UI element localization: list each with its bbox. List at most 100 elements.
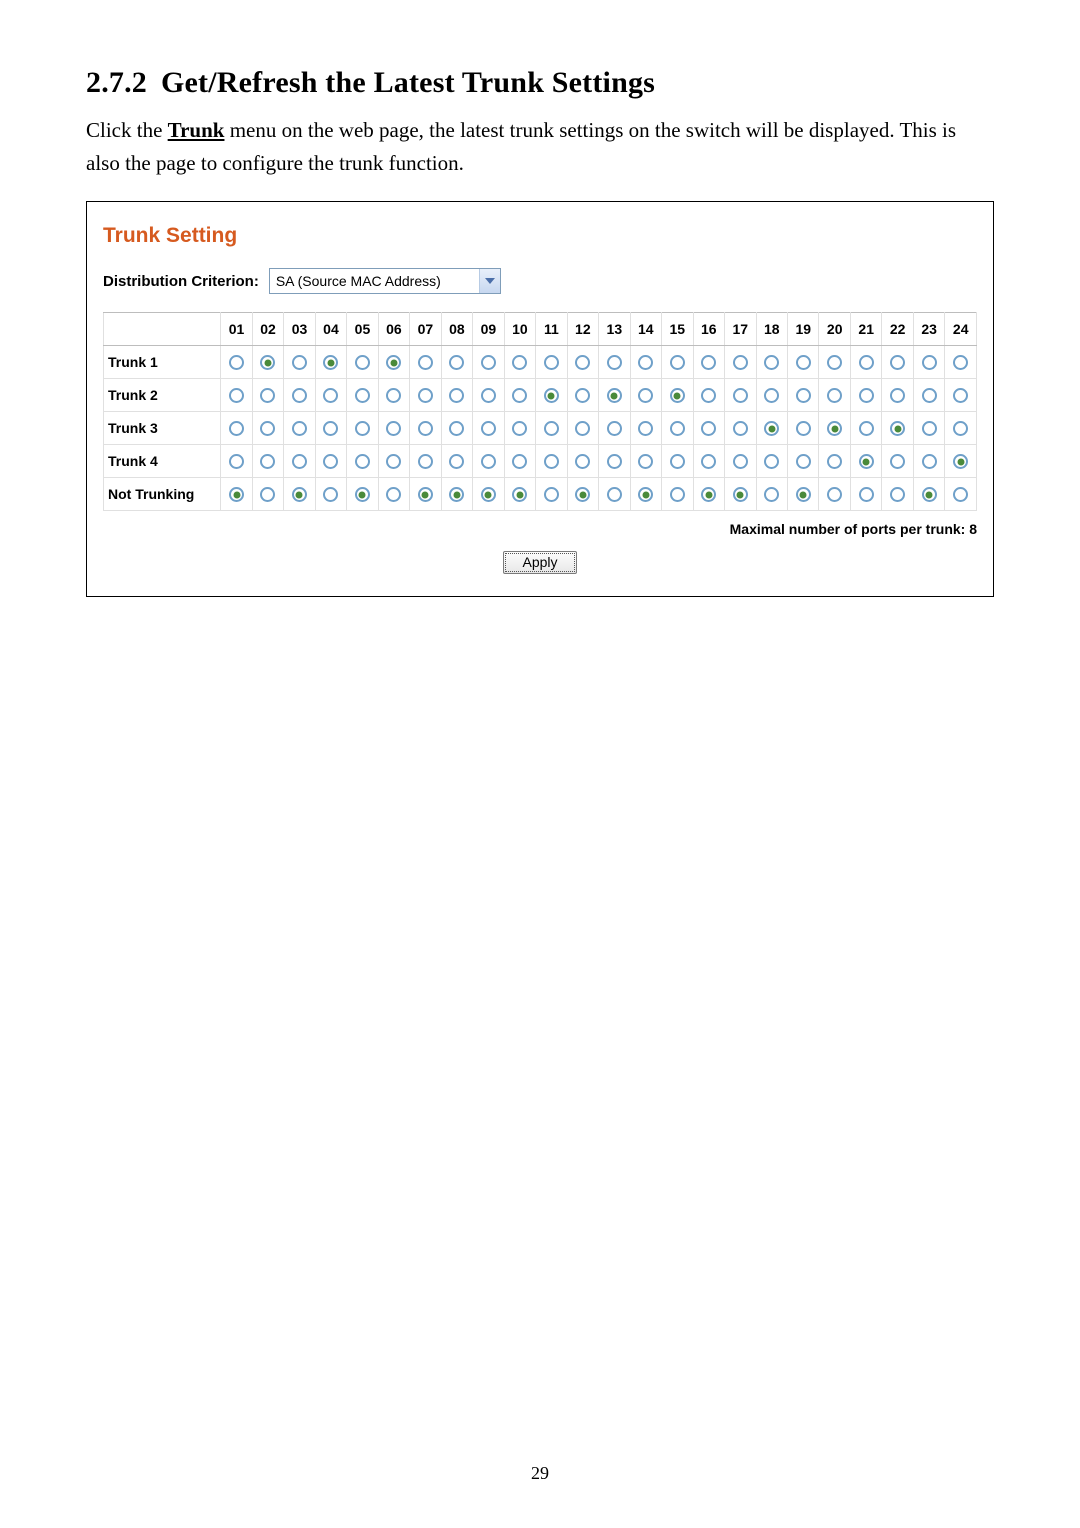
port-radio[interactable] xyxy=(386,487,401,502)
port-radio[interactable] xyxy=(796,421,811,436)
port-radio[interactable] xyxy=(670,388,685,403)
port-radio[interactable] xyxy=(701,355,716,370)
port-radio[interactable] xyxy=(922,454,937,469)
port-radio[interactable] xyxy=(890,355,905,370)
port-radio[interactable] xyxy=(512,388,527,403)
port-radio[interactable] xyxy=(670,421,685,436)
port-radio[interactable] xyxy=(733,421,748,436)
port-radio[interactable] xyxy=(323,388,338,403)
port-radio[interactable] xyxy=(922,388,937,403)
port-radio[interactable] xyxy=(859,454,874,469)
port-radio[interactable] xyxy=(449,355,464,370)
port-radio[interactable] xyxy=(953,355,968,370)
port-radio[interactable] xyxy=(355,487,370,502)
port-radio[interactable] xyxy=(418,421,433,436)
port-radio[interactable] xyxy=(512,355,527,370)
port-radio[interactable] xyxy=(764,487,779,502)
port-radio[interactable] xyxy=(575,487,590,502)
port-radio[interactable] xyxy=(701,487,716,502)
distribution-criterion-select[interactable]: SA (Source MAC Address) xyxy=(269,268,501,294)
port-radio[interactable] xyxy=(229,421,244,436)
port-radio[interactable] xyxy=(449,388,464,403)
port-radio[interactable] xyxy=(481,454,496,469)
port-radio[interactable] xyxy=(796,487,811,502)
port-radio[interactable] xyxy=(953,454,968,469)
port-radio[interactable] xyxy=(796,454,811,469)
port-radio[interactable] xyxy=(827,421,842,436)
port-radio[interactable] xyxy=(953,487,968,502)
port-radio[interactable] xyxy=(607,421,622,436)
port-radio[interactable] xyxy=(544,355,559,370)
port-radio[interactable] xyxy=(449,487,464,502)
port-radio[interactable] xyxy=(481,355,496,370)
port-radio[interactable] xyxy=(859,421,874,436)
port-radio[interactable] xyxy=(512,487,527,502)
port-radio[interactable] xyxy=(229,388,244,403)
port-radio[interactable] xyxy=(449,454,464,469)
port-radio[interactable] xyxy=(859,487,874,502)
port-radio[interactable] xyxy=(544,454,559,469)
port-radio[interactable] xyxy=(764,421,779,436)
port-radio[interactable] xyxy=(418,487,433,502)
port-radio[interactable] xyxy=(859,388,874,403)
port-radio[interactable] xyxy=(638,487,653,502)
port-radio[interactable] xyxy=(575,388,590,403)
port-radio[interactable] xyxy=(638,454,653,469)
port-radio[interactable] xyxy=(733,454,748,469)
port-radio[interactable] xyxy=(481,388,496,403)
port-radio[interactable] xyxy=(890,421,905,436)
port-radio[interactable] xyxy=(701,454,716,469)
port-radio[interactable] xyxy=(890,454,905,469)
port-radio[interactable] xyxy=(386,355,401,370)
port-radio[interactable] xyxy=(953,388,968,403)
port-radio[interactable] xyxy=(386,454,401,469)
port-radio[interactable] xyxy=(355,421,370,436)
port-radio[interactable] xyxy=(796,388,811,403)
port-radio[interactable] xyxy=(260,388,275,403)
port-radio[interactable] xyxy=(575,355,590,370)
port-radio[interactable] xyxy=(607,388,622,403)
port-radio[interactable] xyxy=(418,388,433,403)
port-radio[interactable] xyxy=(764,355,779,370)
port-radio[interactable] xyxy=(670,355,685,370)
port-radio[interactable] xyxy=(418,355,433,370)
port-radio[interactable] xyxy=(355,454,370,469)
port-radio[interactable] xyxy=(733,355,748,370)
port-radio[interactable] xyxy=(607,355,622,370)
port-radio[interactable] xyxy=(355,388,370,403)
port-radio[interactable] xyxy=(386,421,401,436)
port-radio[interactable] xyxy=(890,388,905,403)
port-radio[interactable] xyxy=(323,421,338,436)
port-radio[interactable] xyxy=(355,355,370,370)
port-radio[interactable] xyxy=(229,355,244,370)
port-radio[interactable] xyxy=(512,454,527,469)
port-radio[interactable] xyxy=(260,454,275,469)
port-radio[interactable] xyxy=(701,388,716,403)
port-radio[interactable] xyxy=(481,421,496,436)
port-radio[interactable] xyxy=(323,487,338,502)
port-radio[interactable] xyxy=(922,487,937,502)
port-radio[interactable] xyxy=(922,421,937,436)
port-radio[interactable] xyxy=(953,421,968,436)
port-radio[interactable] xyxy=(544,487,559,502)
port-radio[interactable] xyxy=(418,454,433,469)
port-radio[interactable] xyxy=(764,454,779,469)
port-radio[interactable] xyxy=(292,421,307,436)
port-radio[interactable] xyxy=(638,421,653,436)
port-radio[interactable] xyxy=(733,487,748,502)
port-radio[interactable] xyxy=(323,355,338,370)
port-radio[interactable] xyxy=(449,421,464,436)
port-radio[interactable] xyxy=(796,355,811,370)
port-radio[interactable] xyxy=(638,355,653,370)
port-radio[interactable] xyxy=(701,421,716,436)
port-radio[interactable] xyxy=(575,454,590,469)
port-radio[interactable] xyxy=(544,421,559,436)
port-radio[interactable] xyxy=(292,454,307,469)
port-radio[interactable] xyxy=(764,388,779,403)
port-radio[interactable] xyxy=(575,421,590,436)
port-radio[interactable] xyxy=(607,487,622,502)
port-radio[interactable] xyxy=(323,454,338,469)
port-radio[interactable] xyxy=(890,487,905,502)
port-radio[interactable] xyxy=(827,388,842,403)
port-radio[interactable] xyxy=(292,355,307,370)
